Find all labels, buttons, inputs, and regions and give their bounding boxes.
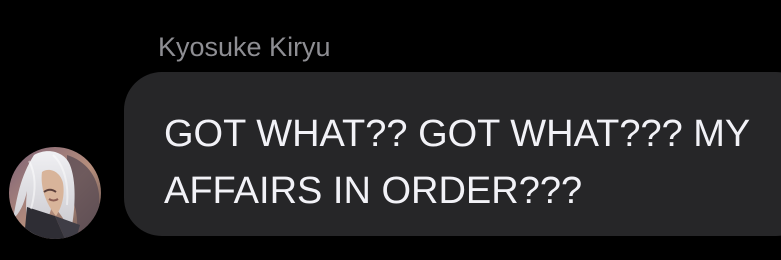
message-text: GOT WHAT?? GOT WHAT??? MY AFFAIRS IN ORD… — [164, 113, 750, 212]
message-bubble[interactable]: GOT WHAT?? GOT WHAT??? MY AFFAIRS IN ORD… — [124, 72, 781, 236]
sender-name: Kyosuke Kiryu — [158, 32, 331, 62]
avatar[interactable] — [9, 147, 101, 239]
profile-avatar-icon — [9, 147, 101, 239]
message-thread: Kyosuke Kiryu GOT WHAT?? GOT WHAT??? MY … — [0, 0, 781, 260]
